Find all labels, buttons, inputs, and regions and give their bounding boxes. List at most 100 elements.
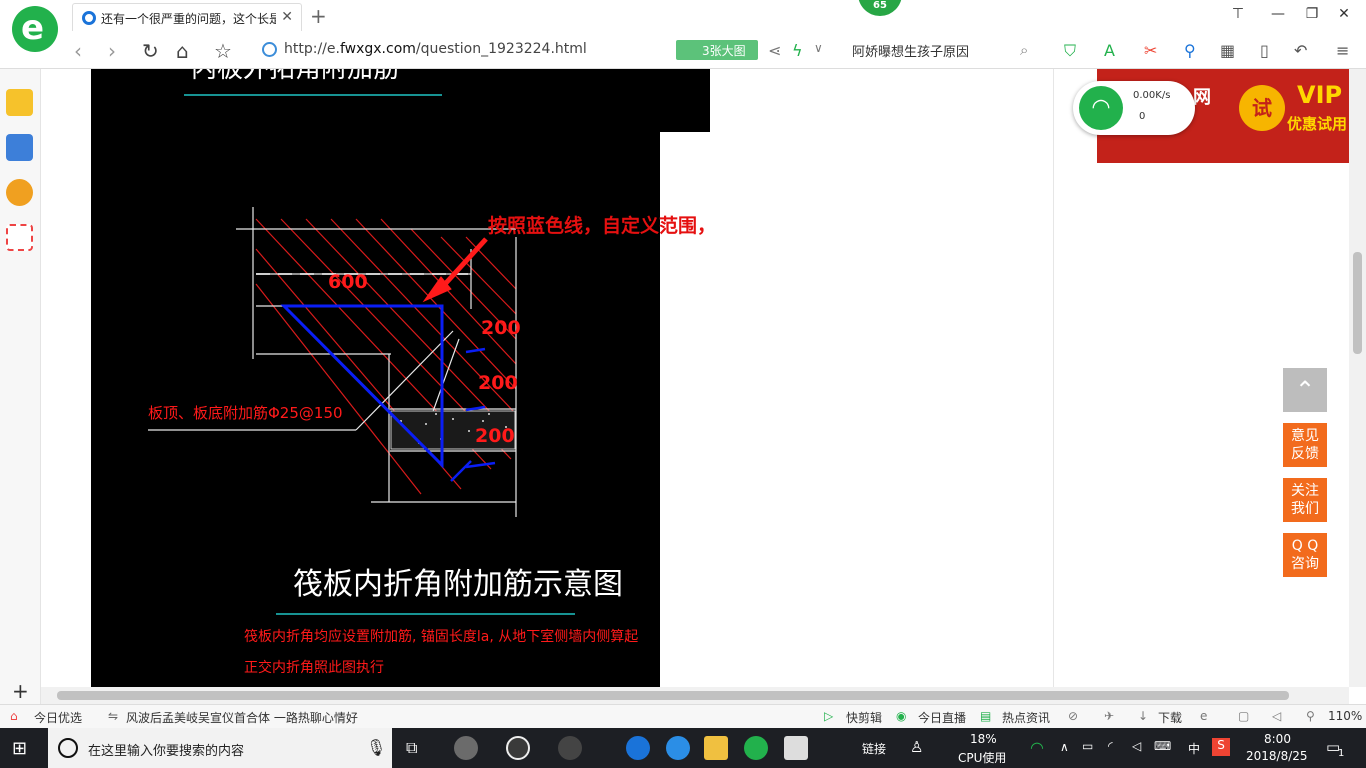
menu-icon[interactable]: ≡	[1336, 41, 1349, 60]
vertical-scroll-thumb[interactable]	[1353, 252, 1362, 354]
security-shield-icon[interactable]: ⛉	[1064, 41, 1076, 61]
clock-date[interactable]: 2018/8/25	[1246, 749, 1308, 763]
shirt-skin-icon[interactable]: ⊤	[1228, 6, 1248, 22]
screenshot-scissors-icon[interactable]: ✂	[1144, 41, 1157, 60]
drawing-note-line1: 筏板内折角均应设置附加筋, 锚固长度la, 从地下室侧墙内侧算起	[244, 628, 638, 645]
net-speed-value: 0.00K/s	[1133, 90, 1171, 101]
follow-us-button[interactable]: 关注 我们	[1283, 478, 1327, 522]
file-explorer-icon[interactable]	[704, 736, 728, 760]
qq-consult-button[interactable]: Q Q 咨询	[1283, 533, 1327, 577]
internet-explorer-icon[interactable]	[666, 736, 690, 760]
taskbar-link-label[interactable]: 链接	[862, 740, 886, 757]
pinwheel-app-icon[interactable]	[454, 736, 478, 760]
dimension-200-a: 200	[481, 317, 521, 339]
ad-vip-subtext: 优惠试用	[1287, 115, 1348, 133]
edge-app-icon[interactable]	[626, 736, 650, 760]
news-ticker-link[interactable]: 风波后孟美岐吴宣仪首合体 一路热聊心情好	[126, 709, 358, 726]
download-link[interactable]: 下载	[1158, 709, 1182, 726]
mail-app-icon[interactable]	[784, 736, 808, 760]
url-text[interactable]: http://e.fwxgx.com/question_1923224.html	[284, 41, 587, 57]
volume-icon[interactable]: ◁	[1132, 739, 1141, 753]
window-close-icon[interactable]: ✕	[1334, 6, 1354, 22]
browser-tab[interactable]: 还有一个很严重的问题，这个长是 ✕	[72, 3, 302, 31]
taskbar-search-box[interactable]: 在这里输入你要搜索的内容 🎙	[48, 728, 392, 768]
drawing-note-line2: 正交内折角照此图执行	[244, 659, 384, 676]
network-speed-widget[interactable]: ◠ 0.00K/s 0	[1073, 81, 1195, 135]
horizontal-scrollbar[interactable]	[41, 687, 1349, 704]
reading-list-icon[interactable]	[6, 134, 33, 161]
wifi-tray-icon[interactable]: ◜	[1108, 739, 1113, 753]
window-icon[interactable]: ▢	[1238, 709, 1249, 723]
favorite-star-icon[interactable]: ☆	[214, 39, 232, 63]
hot-news-link[interactable]: 热点资讯	[1002, 709, 1050, 726]
battery-icon[interactable]: ▭	[1082, 739, 1093, 753]
tray-expand-icon[interactable]: ∧	[1060, 740, 1069, 754]
zoom-level[interactable]: 110%	[1328, 709, 1362, 723]
search-icon[interactable]: ⌕	[1020, 41, 1028, 59]
horizontal-scroll-thumb[interactable]	[57, 691, 1289, 700]
sogou-ime-icon[interactable]: S	[1212, 738, 1230, 756]
magnifier-icon[interactable]: ⚲	[1184, 41, 1196, 60]
quick-clip-link[interactable]: 快剪辑	[846, 709, 882, 726]
ad-net-text: 网	[1193, 87, 1211, 108]
microphone-icon[interactable]: 🎙	[366, 738, 386, 757]
vertical-scrollbar[interactable]	[1349, 69, 1366, 687]
news-arrow-icon: ⇋	[108, 709, 119, 723]
windows-start-icon[interactable]: ⊞	[12, 738, 27, 759]
ime-indicator[interactable]: 中	[1188, 740, 1200, 757]
ie-mode-icon[interactable]: e	[1200, 709, 1207, 723]
back-to-top-button[interactable]: ⌃	[1283, 368, 1327, 412]
site-info-icon[interactable]	[262, 42, 277, 57]
pin-icon[interactable]: ✈	[1104, 709, 1114, 723]
new-tab-icon[interactable]: +	[310, 4, 327, 28]
wifi-icon: ◠	[1079, 86, 1123, 130]
chat-app-icon[interactable]	[558, 736, 582, 760]
navigation-bar: ‹ › ↻ ⌂ ☆ http://e.fwxgx.com/question_19…	[0, 33, 1366, 69]
speed-mode-icon[interactable]: ϟ	[792, 41, 803, 60]
network-wifi-icon[interactable]: ◠	[1030, 738, 1044, 757]
home-icon[interactable]: ⌂	[176, 39, 189, 63]
mail-at-icon[interactable]	[6, 224, 33, 251]
tab-close-icon[interactable]: ✕	[281, 9, 293, 25]
live-icon[interactable]: ◉	[896, 709, 906, 723]
keyboard-icon[interactable]: ⌨	[1154, 739, 1171, 753]
today-live-link[interactable]: 今日直播	[918, 709, 966, 726]
translate-icon[interactable]: A	[1104, 41, 1115, 60]
sound-icon[interactable]: ◁	[1272, 709, 1281, 723]
apps-grid-icon[interactable]: ▦	[1220, 41, 1235, 60]
cortana-icon	[58, 738, 78, 758]
ie-favicon-icon	[82, 11, 96, 25]
chevron-down-icon[interactable]: ∨	[814, 41, 823, 55]
today-pick-link[interactable]: 今日优选	[34, 709, 82, 726]
quick-clip-icon[interactable]: ▷	[824, 709, 833, 723]
accelerate-icon[interactable]: ⊘	[1068, 709, 1078, 723]
favorites-star-icon[interactable]	[6, 89, 33, 116]
browser-status-bar: ⌂ 今日优选 ⇋ 风波后孟美岐吴宣仪首合体 一路热聊心情好 ▷ 快剪辑 ◉ 今日…	[0, 704, 1366, 728]
forward-icon[interactable]: ›	[108, 39, 116, 63]
360-browser-logo[interactable]: e	[12, 6, 58, 52]
refresh-icon[interactable]: ↻	[142, 39, 159, 63]
restore-icon[interactable]: ❐	[1302, 6, 1322, 22]
undo-icon[interactable]: ↶	[1294, 41, 1307, 60]
360-browser-taskbar-icon[interactable]	[744, 736, 768, 760]
back-icon[interactable]: ‹	[74, 39, 82, 63]
feedback-button[interactable]: 意见 反馈	[1283, 423, 1327, 467]
weibo-icon[interactable]	[6, 179, 33, 206]
minimize-icon[interactable]: —	[1268, 6, 1288, 22]
mobile-icon[interactable]: ▯	[1260, 41, 1269, 60]
add-sidebar-icon[interactable]: +	[12, 679, 29, 703]
big-image-button[interactable]: 3张大图	[676, 40, 758, 60]
clock-time[interactable]: 8:00	[1264, 732, 1291, 746]
task-view-icon[interactable]: ⧉	[406, 738, 417, 758]
zoom-icon[interactable]: ⚲	[1306, 709, 1315, 723]
page-content: 内板外拓角附加筋 600 200 200 200 板顶、板底附加筋Φ25@150…	[41, 69, 1366, 687]
download-icon[interactable]: ↓	[1138, 709, 1148, 723]
search-box-text[interactable]: 阿娇曝想生孩子原因	[852, 41, 969, 60]
share-icon[interactable]: ⋖	[768, 41, 781, 60]
hot-news-icon[interactable]: ▤	[980, 709, 991, 723]
gift-icon[interactable]: ⌂	[10, 709, 18, 723]
people-icon[interactable]: ♙	[910, 738, 923, 756]
score-badge[interactable]: 65	[858, 0, 902, 16]
taskbar-search-placeholder: 在这里输入你要搜索的内容	[88, 744, 245, 759]
ie-edge-app-icon[interactable]	[506, 736, 530, 760]
